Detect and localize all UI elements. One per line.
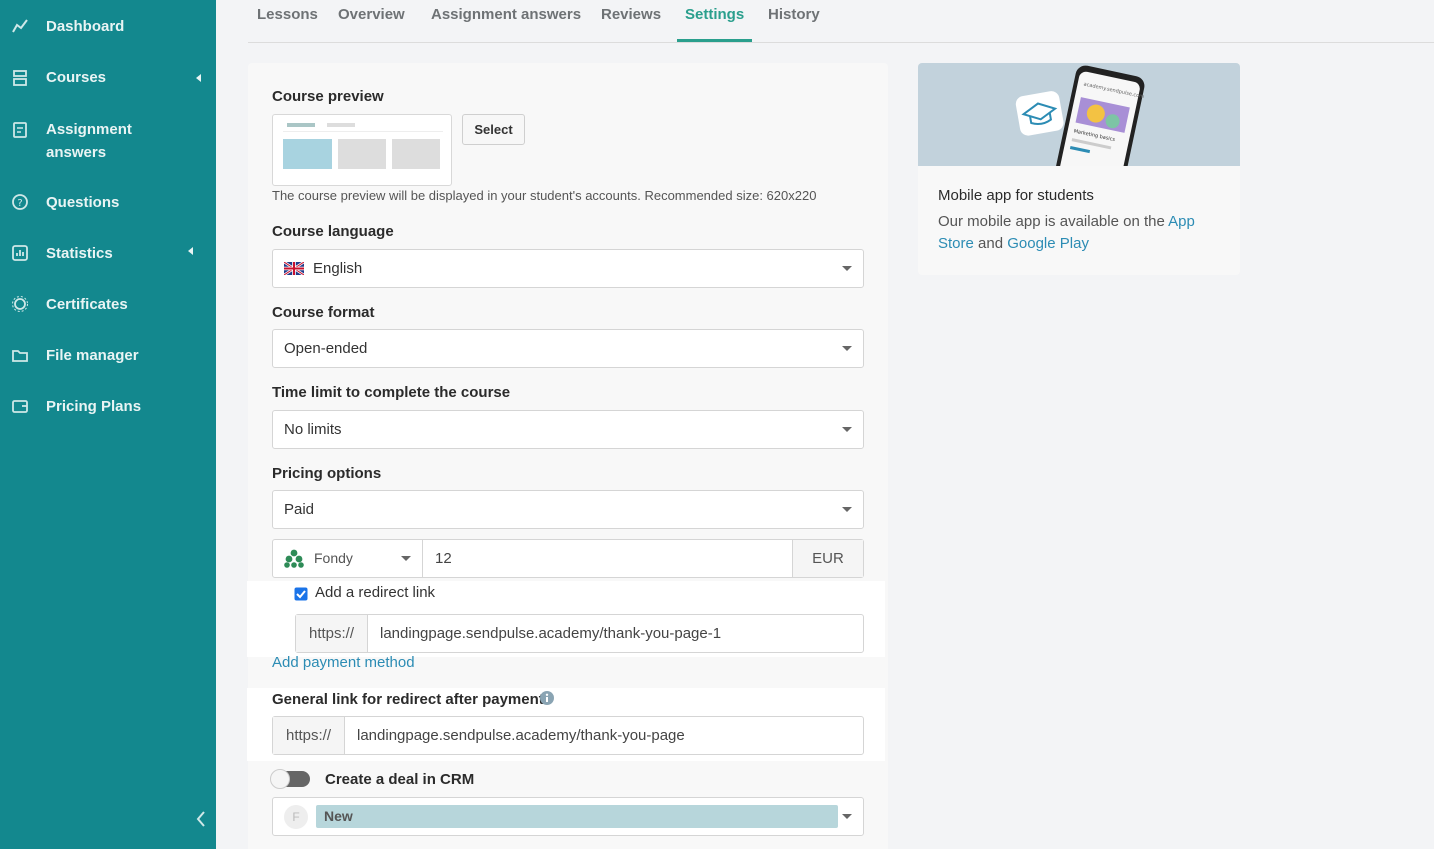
pricing-options-value: Paid	[284, 501, 315, 518]
time-limit-value: No limits	[284, 421, 342, 438]
sidebar-item-questions[interactable]: ? Questions	[0, 190, 216, 216]
mobile-app-text-start: Our mobile app is available on the	[938, 213, 1169, 230]
course-language-value: English	[313, 260, 363, 277]
certificate-icon	[12, 296, 28, 312]
tab-history[interactable]: History	[760, 5, 828, 42]
redirect-url-prefix: https://	[296, 615, 368, 652]
question-icon: ?	[12, 194, 28, 210]
course-language-label: Course language	[272, 223, 394, 240]
sidebar-item-label: Assignment answers	[46, 121, 132, 161]
sidebar-item-certificates[interactable]: Certificates	[0, 292, 216, 318]
sidebar-item-pricing-plans[interactable]: Pricing Plans	[0, 394, 216, 420]
sidebar-item-dashboard[interactable]: Dashboard	[0, 14, 216, 40]
time-limit-label: Time limit to complete the course	[272, 384, 511, 401]
chevron-left-icon	[196, 74, 201, 82]
uk-flag-icon	[284, 262, 304, 275]
payment-provider-select[interactable]: Fondy	[273, 540, 423, 577]
avatar: F	[284, 805, 308, 829]
wallet-icon	[12, 400, 28, 413]
sidebar-item-courses[interactable]: Courses	[0, 65, 216, 91]
crm-label: Create a deal in CRM	[325, 771, 475, 788]
mobile-app-card: academy.sendpulse.com Marketing basics M…	[918, 63, 1240, 275]
chevron-down-icon	[842, 346, 852, 351]
chevron-down-icon	[842, 427, 852, 432]
select-preview-button[interactable]: Select	[462, 114, 525, 145]
tab-overview[interactable]: Overview	[330, 5, 413, 42]
chevron-down-icon	[842, 507, 852, 512]
sidebar-item-label: Pricing Plans	[46, 398, 142, 415]
general-redirect-prefix: https://	[273, 717, 345, 754]
general-redirect-field[interactable]: https:// landingpage.sendpulse.academy/t…	[272, 716, 864, 755]
chevron-left-icon	[188, 247, 193, 255]
collapse-sidebar-icon[interactable]	[194, 810, 208, 828]
general-redirect-label: General link for redirect after payment	[272, 691, 544, 708]
folder-icon	[12, 350, 28, 362]
info-icon[interactable]	[540, 691, 554, 705]
sidebar-item-statistics[interactable]: Statistics	[0, 241, 216, 267]
course-preview-hint: The course preview will be displayed in …	[272, 188, 817, 203]
time-limit-select[interactable]: No limits	[272, 410, 864, 449]
redirect-checkbox-label: Add a redirect link	[315, 584, 436, 601]
mobile-app-text-and: and	[973, 235, 1008, 252]
chevron-down-icon	[842, 814, 852, 819]
tab-lessons[interactable]: Lessons	[249, 5, 326, 42]
pricing-options-select[interactable]: Paid	[272, 490, 864, 529]
general-redirect-input[interactable]: landingpage.sendpulse.academy/thank-you-…	[357, 717, 685, 754]
assignment-icon	[13, 122, 27, 138]
payment-amount-input[interactable]: 12	[423, 540, 792, 577]
payment-method-row: Fondy 12 EUR	[272, 539, 864, 578]
tab-settings[interactable]: Settings	[677, 5, 753, 42]
tab-assignment-answers[interactable]: Assignment answers	[423, 5, 589, 42]
course-format-select[interactable]: Open-ended	[272, 329, 864, 368]
chevron-down-icon	[401, 556, 411, 561]
google-play-link[interactable]: Google Play	[1007, 235, 1089, 252]
course-language-select[interactable]: English	[272, 249, 864, 288]
chart-line-icon	[12, 19, 28, 33]
pricing-options-label: Pricing options	[272, 465, 382, 482]
tab-reviews[interactable]: Reviews	[593, 5, 669, 42]
sidebar-item-label: Courses	[46, 69, 107, 86]
sidebar-item-label: Questions	[46, 194, 120, 211]
course-format-value: Open-ended	[284, 340, 368, 357]
courses-icon	[13, 70, 27, 86]
redirect-url-input[interactable]: landingpage.sendpulse.academy/thank-you-…	[380, 615, 721, 652]
statistics-icon	[12, 245, 28, 261]
payment-currency: EUR	[792, 540, 863, 577]
add-payment-method-link[interactable]: Add payment method	[272, 654, 415, 671]
course-preview-label: Course preview	[272, 88, 384, 105]
crm-stage-badge: New	[316, 805, 838, 828]
svg-text:?: ?	[17, 198, 22, 209]
fondy-logo-icon	[284, 549, 304, 568]
sidebar-item-label: Certificates	[46, 296, 128, 313]
mobile-app-title: Mobile app for students	[938, 187, 1094, 204]
phone-illustration: academy.sendpulse.com Marketing basics	[1015, 65, 1145, 204]
sidebar-item-file-manager[interactable]: File manager	[0, 343, 216, 369]
course-format-label: Course format	[272, 304, 375, 321]
payment-provider-value: Fondy	[314, 550, 353, 566]
course-preview-image	[272, 114, 452, 186]
crm-stage-select[interactable]: F New	[272, 797, 864, 836]
redirect-url-field[interactable]: https:// landingpage.sendpulse.academy/t…	[295, 614, 864, 653]
mobile-app-illustration: academy.sendpulse.com Marketing basics	[918, 63, 1240, 204]
chevron-down-icon	[842, 266, 852, 271]
sidebar-item-label: Statistics	[46, 245, 113, 262]
mobile-app-text: Our mobile app is available on the App S…	[938, 211, 1218, 255]
sidebar-item-label: File manager	[46, 347, 139, 364]
tab-bar: Lessons Overview Assignment answers Revi…	[248, 0, 1434, 43]
crm-toggle[interactable]	[270, 769, 310, 789]
sidebar: Dashboard Courses Assignment answers ? Q…	[0, 0, 216, 849]
sidebar-item-assignment-answers[interactable]: Assignment answers	[0, 117, 216, 165]
sidebar-item-label: Dashboard	[46, 18, 125, 35]
redirect-checkbox[interactable]	[294, 587, 308, 601]
